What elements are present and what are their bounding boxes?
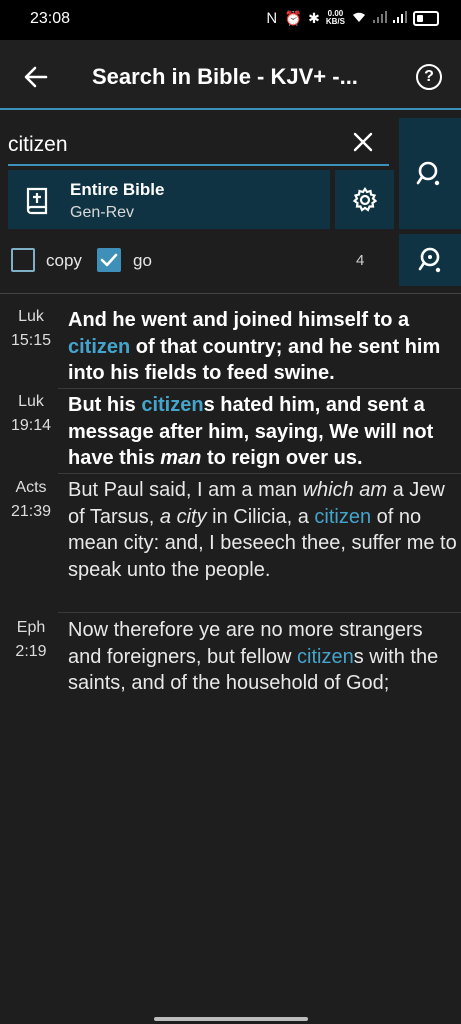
verse-text: Now therefore ye are no more strangers a…: [68, 619, 439, 694]
verse-text: But Paul said, I am a man which am a Jew…: [68, 479, 457, 581]
network-speed: 0.00 KB/S: [325, 9, 345, 26]
scope-title: Entire Bible: [70, 180, 165, 199]
checkmark-icon: [100, 253, 118, 267]
search-highlight: citizen: [314, 505, 372, 528]
status-bar: 23:08 Ｎ ⏰ ✱ 0.00 KB/S: [0, 0, 461, 40]
search-highlight: citizen: [297, 645, 354, 668]
verse-reference: Luk 19:14: [10, 393, 52, 434]
search-button[interactable]: [399, 118, 461, 229]
copy-label[interactable]: copy: [46, 251, 82, 271]
row-divider: [58, 612, 461, 613]
row-divider: [58, 388, 461, 389]
gesture-bar[interactable]: [154, 1017, 308, 1021]
settings-button[interactable]: [335, 170, 394, 229]
search-icon: [416, 161, 440, 185]
gear-icon: [352, 186, 377, 212]
results-divider: [0, 293, 461, 294]
wifi-icon: [351, 10, 367, 26]
search-in-results-button[interactable]: [399, 234, 461, 286]
scope-button[interactable]: Entire Bible Gen-Rev: [8, 170, 330, 229]
copy-checkbox[interactable]: [11, 248, 35, 272]
battery-icon: [413, 10, 439, 26]
go-label[interactable]: go: [133, 251, 152, 271]
bluetooth-icon: ✱: [308, 9, 320, 26]
nfc-icon: Ｎ: [264, 10, 279, 26]
search-highlight: citizen: [68, 335, 131, 358]
verse-reference: Eph 2:19: [15, 619, 47, 660]
help-icon: ?: [424, 68, 434, 85]
search-highlight: citizen: [141, 394, 204, 416]
verse-reference: Luk 15:15: [10, 308, 52, 349]
verse-text: But his citizens hated him, and sent a m…: [68, 394, 434, 469]
search-refine-icon: [418, 247, 441, 273]
back-button[interactable]: [18, 52, 54, 102]
search-query[interactable]: citizen: [8, 133, 68, 157]
appbar-divider: [0, 108, 461, 110]
help-button[interactable]: ?: [416, 64, 442, 90]
arrow-left-icon: [24, 66, 48, 88]
row-divider: [58, 473, 461, 474]
go-checkbox[interactable]: [97, 248, 121, 272]
verse-reference: Acts 21:39: [10, 479, 52, 520]
book-icon: [26, 187, 48, 215]
signal-icon: [393, 10, 407, 26]
scope-range: Gen-Rev: [70, 204, 135, 221]
status-icons: Ｎ ⏰ ✱ 0.00 KB/S: [265, 8, 439, 28]
result-count: 4: [356, 252, 365, 269]
close-icon[interactable]: [351, 130, 375, 154]
status-time: 23:08: [30, 10, 71, 27]
search-input[interactable]: citizen: [8, 120, 389, 166]
verse-text: And he went and joined himself to a citi…: [68, 309, 441, 384]
page-title: Search in Bible - KJV+ -...: [92, 64, 358, 89]
signal-icon: [373, 10, 387, 26]
alarm-icon: ⏰: [284, 9, 303, 26]
